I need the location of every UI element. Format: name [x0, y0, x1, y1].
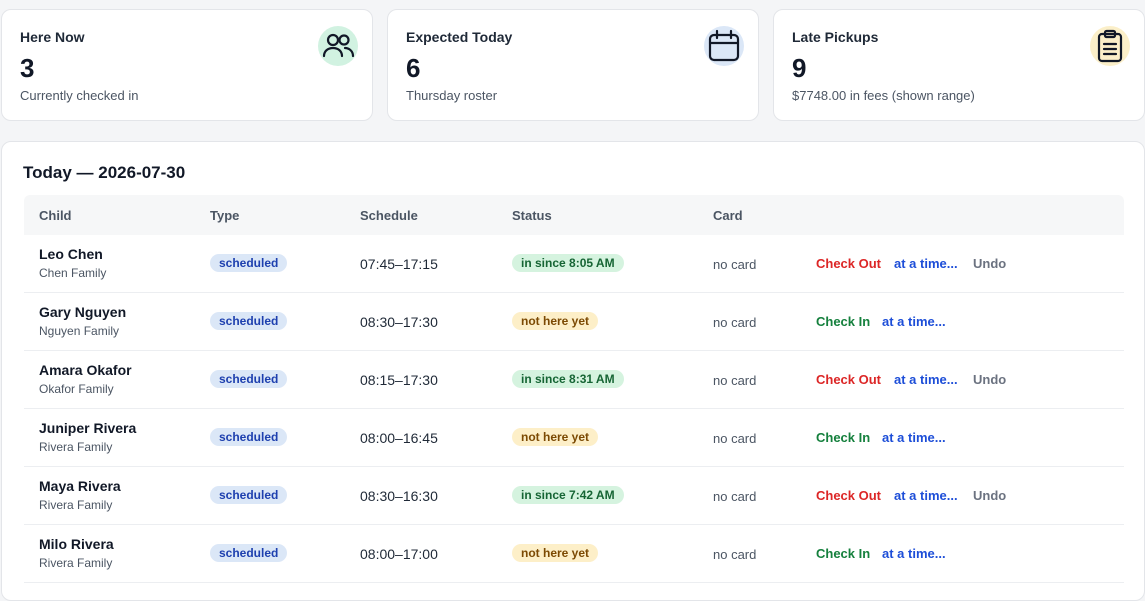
undo-button[interactable]: Undo: [973, 488, 1006, 503]
stat-value: 6: [406, 53, 421, 83]
child-family: Chen Family: [39, 266, 107, 280]
stat-subtitle: Thursday roster: [406, 88, 498, 103]
type-badge: scheduled: [210, 486, 288, 504]
status-badge: not here yet: [512, 312, 599, 330]
child-family: Rivera Family: [39, 556, 113, 570]
calendar-icon: [704, 26, 744, 66]
column-header-child: Child: [39, 208, 72, 223]
stat-value: 3: [20, 53, 35, 83]
people-icon: [318, 26, 358, 66]
at-a-time-link[interactable]: at a time...: [882, 546, 946, 561]
child-family: Rivera Family: [39, 498, 113, 512]
stat-card-late-pickups: Late Pickups 9 $7748.00 in fees (shown r…: [773, 9, 1145, 121]
stat-card-expected-today: Expected Today 6 Thursday roster: [387, 9, 759, 121]
type-badge: scheduled: [210, 428, 288, 446]
child-name: Juniper Rivera: [39, 420, 137, 436]
stat-title: Here Now: [20, 29, 85, 45]
schedule-time: 08:00–17:00: [360, 546, 438, 562]
child-name: Amara Okafor: [39, 362, 132, 378]
card-status: no card: [713, 315, 757, 330]
child-family: Nguyen Family: [39, 324, 120, 338]
child-name: Maya Rivera: [39, 478, 121, 494]
schedule-time: 08:30–17:30: [360, 314, 438, 330]
today-panel: Today — 2026-07-30 Child Type Schedule S…: [1, 141, 1145, 601]
table-header: Child Type Schedule Status Card: [24, 195, 1124, 235]
column-header-card: Card: [713, 208, 743, 223]
column-header-type: Type: [210, 208, 240, 223]
stat-value: 9: [792, 53, 807, 83]
card-status: no card: [713, 489, 757, 504]
type-badge: scheduled: [210, 312, 288, 330]
type-badge: scheduled: [210, 254, 288, 272]
table-row: Amara Okafor Okafor Family scheduled 08:15–…: [24, 351, 1124, 409]
table-row: Gary Nguyen Nguyen Family scheduled 08:30–1…: [24, 293, 1124, 351]
child-name: Gary Nguyen: [39, 304, 127, 320]
child-name: Milo Rivera: [39, 536, 114, 552]
stat-subtitle: $7748.00 in fees (shown range): [792, 88, 975, 103]
child-family: Okafor Family: [39, 382, 114, 396]
stat-title: Late Pickups: [792, 29, 879, 45]
schedule-time: 08:30–16:30: [360, 488, 438, 504]
card-status: no card: [713, 547, 757, 562]
status-badge: in since 7:42 AM: [512, 486, 624, 504]
check-out-button[interactable]: Check Out: [816, 256, 881, 271]
at-a-time-link[interactable]: at a time...: [894, 488, 958, 503]
child-family: Rivera Family: [39, 440, 113, 454]
schedule-time: 08:00–16:45: [360, 430, 438, 446]
column-header-status: Status: [512, 208, 552, 223]
child-name: Leo Chen: [39, 246, 103, 262]
column-header-schedule: Schedule: [360, 208, 418, 223]
clipboard-icon: [1090, 26, 1130, 66]
at-a-time-link[interactable]: at a time...: [882, 430, 946, 445]
table-row: Juniper Rivera Rivera Family scheduled 08:0…: [24, 409, 1124, 467]
table-body: Leo Chen Chen Family scheduled 07:45–17:15 i…: [24, 235, 1124, 583]
type-badge: scheduled: [210, 370, 288, 388]
card-status: no card: [713, 431, 757, 446]
table-row: Milo Rivera Rivera Family scheduled 08:00–1…: [24, 525, 1124, 583]
check-out-button[interactable]: Check Out: [816, 488, 881, 503]
at-a-time-link[interactable]: at a time...: [894, 372, 958, 387]
status-badge: not here yet: [512, 544, 599, 562]
schedule-time: 07:45–17:15: [360, 256, 438, 272]
table-row: Maya Rivera Rivera Family scheduled 08:30–1…: [24, 467, 1124, 525]
at-a-time-link[interactable]: at a time...: [882, 314, 946, 329]
table-row: Leo Chen Chen Family scheduled 07:45–17:15 i…: [24, 235, 1124, 293]
stat-card-here-now: Here Now 3 Currently checked in: [1, 9, 373, 121]
stats-row: Here Now 3 Currently checked in Expected…: [1, 9, 1145, 121]
at-a-time-link[interactable]: at a time...: [894, 256, 958, 271]
schedule-time: 08:15–17:30: [360, 372, 438, 388]
check-in-button[interactable]: Check In: [816, 546, 870, 561]
card-status: no card: [713, 373, 757, 388]
undo-button[interactable]: Undo: [973, 256, 1006, 271]
panel-title: Today — 2026-07-30: [23, 163, 186, 182]
undo-button[interactable]: Undo: [973, 372, 1006, 387]
status-badge: in since 8:05 AM: [512, 254, 624, 272]
status-badge: in since 8:31 AM: [512, 370, 624, 388]
stat-title: Expected Today: [406, 29, 513, 45]
status-badge: not here yet: [512, 428, 599, 446]
type-badge: scheduled: [210, 544, 288, 562]
check-in-button[interactable]: Check In: [816, 430, 870, 445]
check-out-button[interactable]: Check Out: [816, 372, 881, 387]
card-status: no card: [713, 257, 757, 272]
stat-subtitle: Currently checked in: [20, 88, 139, 103]
check-in-button[interactable]: Check In: [816, 314, 870, 329]
